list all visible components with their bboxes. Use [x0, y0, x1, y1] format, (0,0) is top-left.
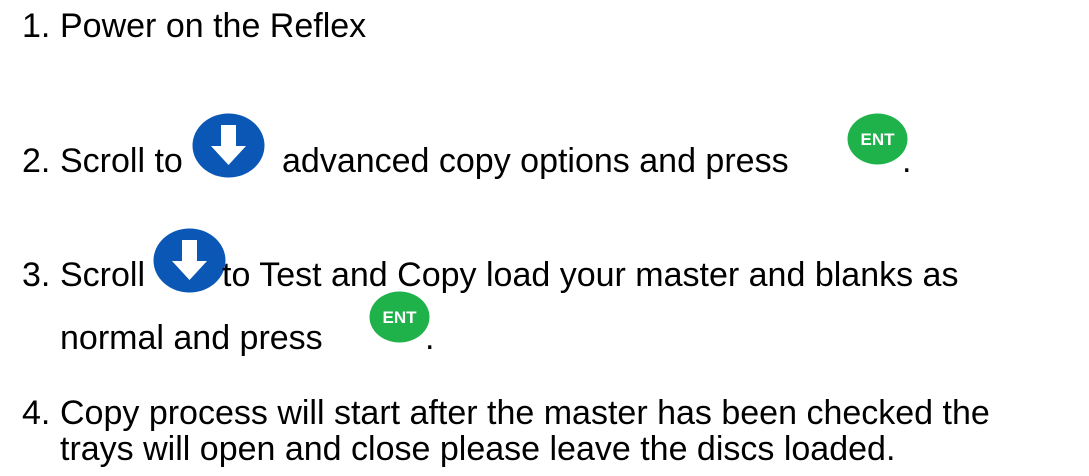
step-number: 2. — [22, 142, 51, 180]
step-text-before: Scroll — [60, 256, 146, 294]
down-arrow-circle-icon — [192, 113, 265, 178]
step-3: 3. Scroll — [22, 256, 145, 294]
step-number: 3. — [22, 256, 51, 294]
step-text-after: . — [902, 142, 912, 180]
step-line-2: normal and press — [60, 319, 323, 357]
step-text: Power on the Reflex — [60, 7, 367, 45]
step-text-middle: advanced copy options and press — [282, 142, 789, 180]
step-2: 2. Scroll to — [22, 142, 183, 180]
down-arrow-circle-icon — [153, 228, 226, 293]
step-text-before: Scroll to — [60, 142, 183, 180]
ent-label: ENT — [861, 130, 896, 149]
step-text-after: . — [425, 319, 435, 357]
step-line-2: trays will open and close please leave t… — [60, 430, 896, 468]
ent-button-icon: ENT — [847, 113, 908, 165]
step-text: Copy process will start after the master… — [60, 394, 990, 432]
step-1: 1. Power on the Reflex — [22, 7, 366, 45]
step-number: 4. — [22, 394, 51, 432]
ent-button-icon: ENT — [369, 291, 430, 343]
step-text-middle: to Test and Copy load your master and bl… — [222, 256, 959, 294]
ent-label: ENT — [383, 308, 418, 327]
step-number: 1. — [22, 7, 51, 45]
step-4: 4. Copy process will start after the mast… — [22, 394, 990, 432]
